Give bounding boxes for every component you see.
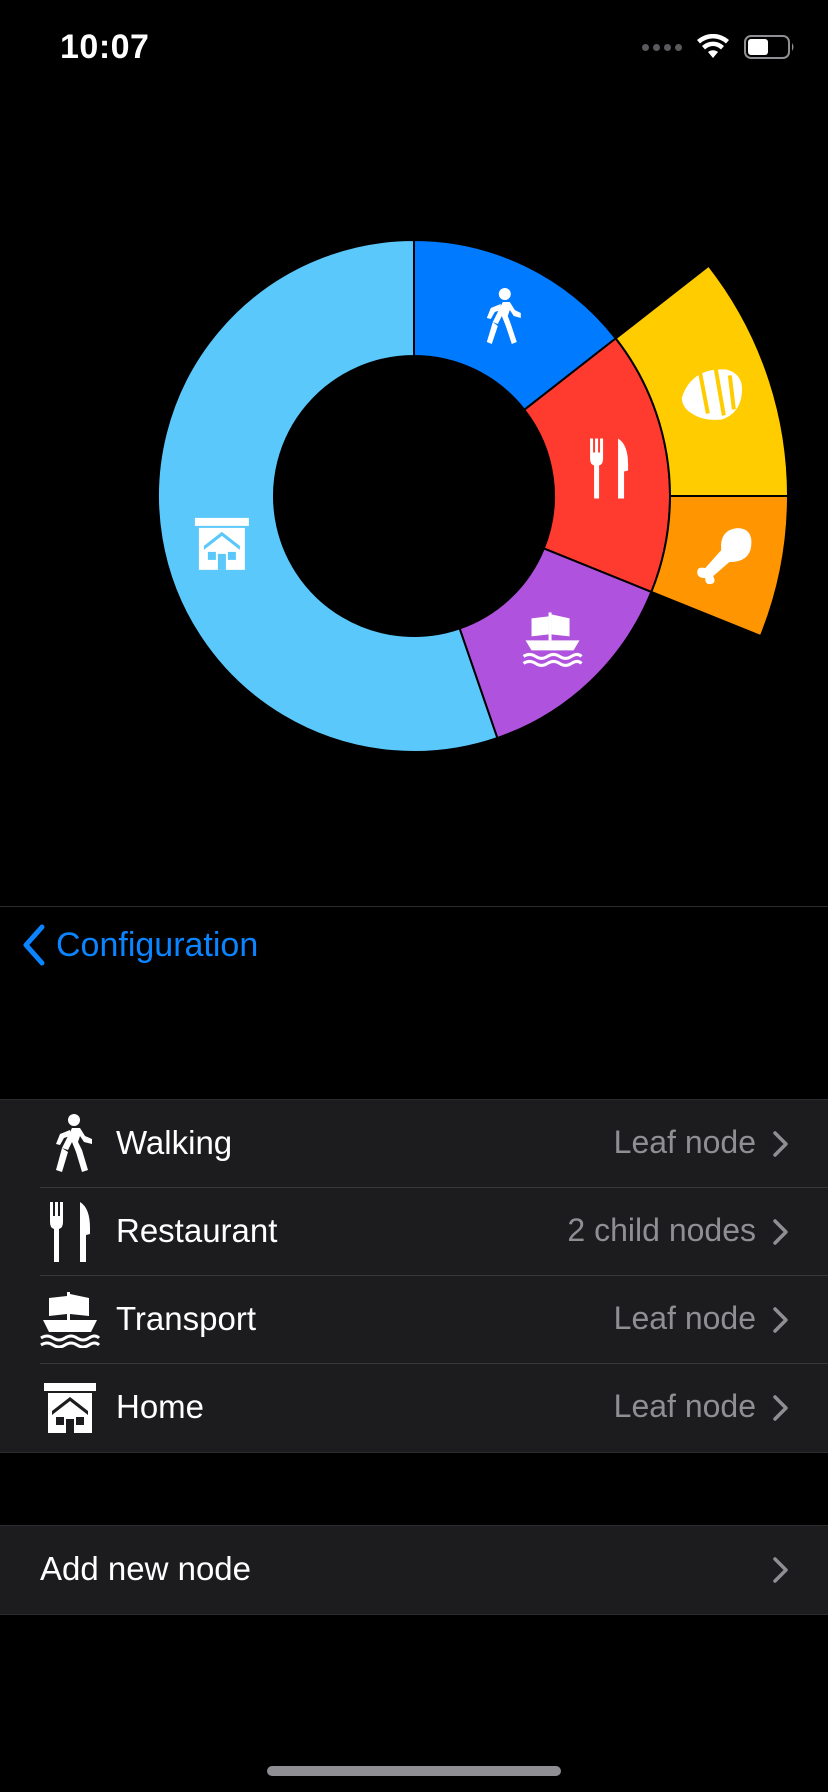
list-item-detail: Leaf node [613, 1300, 756, 1336]
back-label: Configuration [56, 925, 259, 964]
node-list: Walking Leaf node Restaurant 2 child nod… [0, 1099, 828, 1453]
battery-icon [744, 35, 794, 59]
status-icons [642, 34, 796, 60]
chevron-right-icon [773, 1219, 788, 1245]
status-time: 10:07 [60, 28, 150, 66]
list-item-restaurant[interactable]: Restaurant 2 child nodes [0, 1188, 828, 1276]
sunburst-svg [157, 238, 790, 753]
cellular-signal-icon [642, 43, 682, 51]
status-bar: 10:07 [0, 0, 828, 100]
list-item-label: Home [116, 1388, 205, 1425]
list-item-label: Walking [116, 1124, 233, 1161]
list-item-detail: Leaf node [613, 1388, 756, 1424]
back-button[interactable]: Configuration [22, 924, 258, 966]
add-node-button[interactable]: Add new node [0, 1526, 828, 1614]
chart-divider [0, 906, 828, 907]
list-item-home[interactable]: Home Leaf node [0, 1364, 828, 1452]
add-node-group: Add new node [0, 1525, 828, 1615]
house-icon [38, 1376, 102, 1440]
chevron-right-icon [773, 1395, 788, 1421]
ship-icon [38, 1288, 102, 1352]
walking-icon [38, 1112, 102, 1176]
list-item-detail: 2 child nodes [567, 1212, 756, 1248]
chevron-right-icon [773, 1131, 788, 1157]
list-item-transport[interactable]: Transport Leaf node [0, 1276, 828, 1364]
list-item-label: Restaurant [116, 1212, 278, 1249]
list-item-detail: Leaf node [613, 1124, 756, 1160]
chevron-right-icon [773, 1307, 788, 1333]
chevron-left-icon [23, 924, 45, 966]
sunburst-chart [0, 180, 828, 780]
house-icon [194, 517, 249, 570]
list-item-label: Transport [116, 1300, 256, 1337]
list-item-walking[interactable]: Walking Leaf node [0, 1100, 828, 1188]
fork-knife-icon [38, 1200, 102, 1264]
add-node-label: Add new node [40, 1550, 252, 1587]
home-indicator [267, 1766, 561, 1776]
chevron-right-icon [773, 1557, 788, 1583]
wifi-icon [697, 34, 729, 58]
